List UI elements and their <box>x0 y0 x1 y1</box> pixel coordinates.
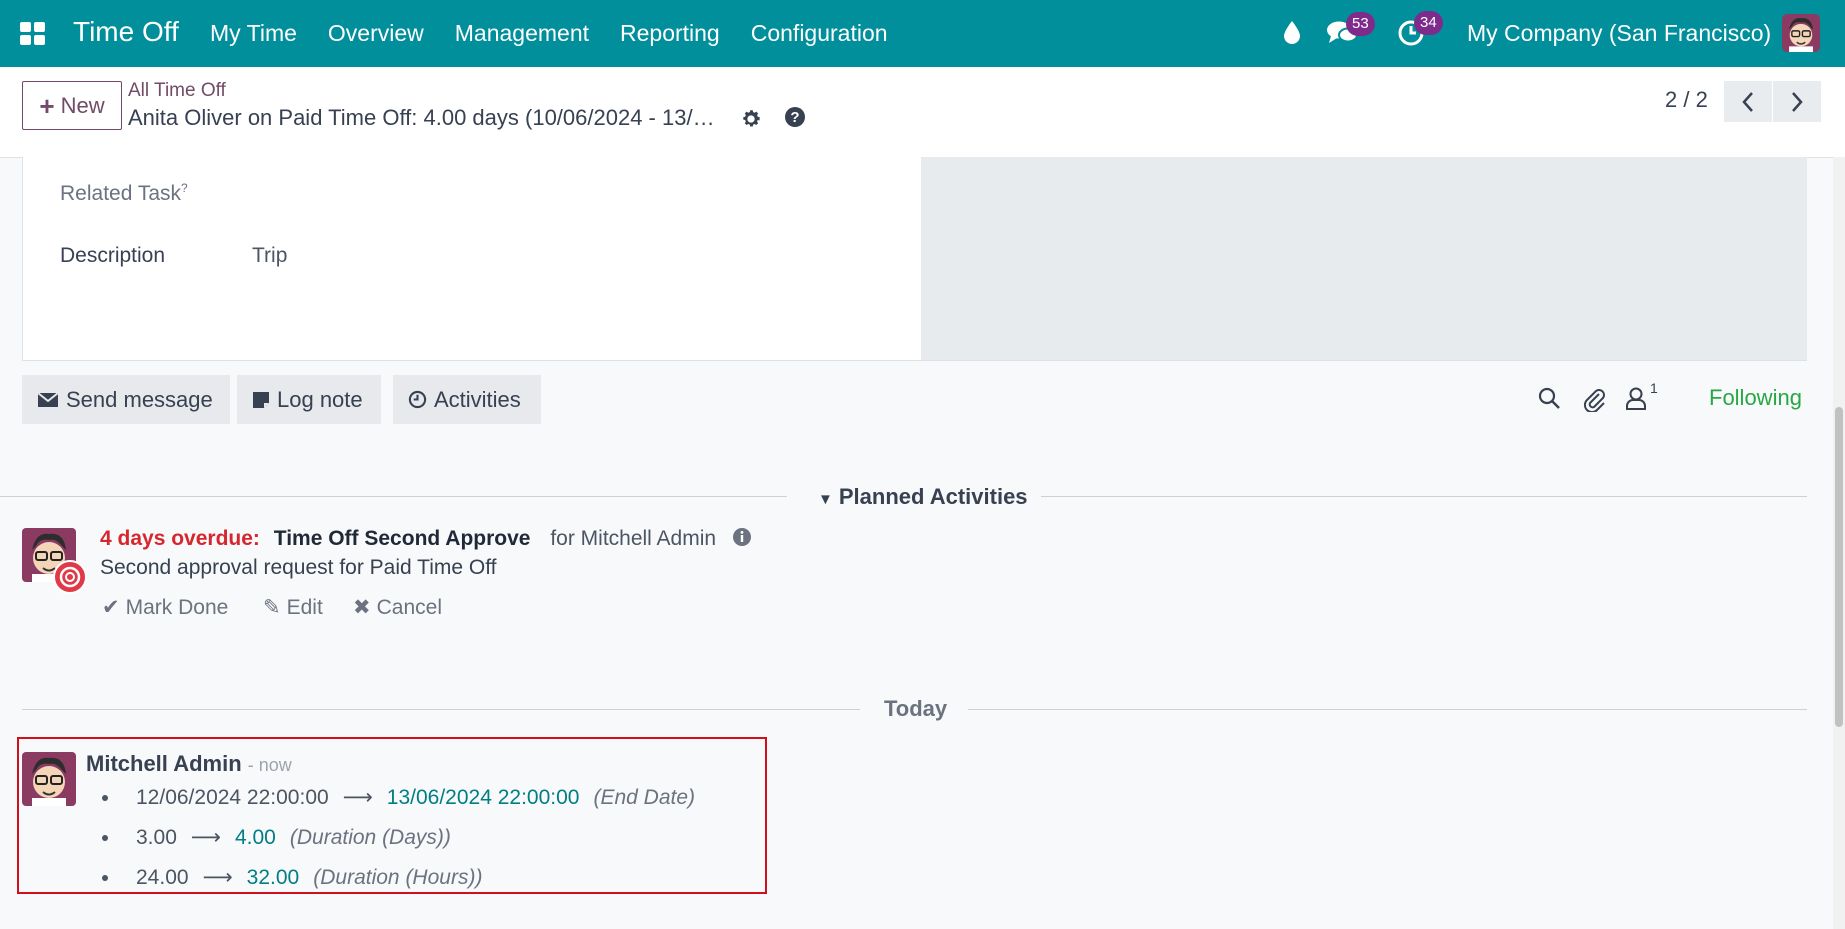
pencil-icon: ✎ <box>263 596 281 619</box>
chevron-right-icon <box>1792 91 1803 112</box>
description-field[interactable]: Trip <box>252 244 287 268</box>
water-drop-icon[interactable] <box>1283 20 1301 50</box>
bullet <box>102 794 108 801</box>
messages-badge: 53 <box>1346 12 1375 36</box>
pager-next-button[interactable] <box>1773 81 1821 122</box>
envelope-icon <box>37 391 59 407</box>
activity-summary: Second approval request for Paid Time Of… <box>100 556 497 579</box>
message-header: Mitchell Admin - now <box>86 751 292 777</box>
arrow-right-icon: ⟶ <box>190 826 221 849</box>
tracking-new-value: 13/06/2024 22:00:00 <box>386 785 580 809</box>
close-icon: ✖ <box>353 596 371 619</box>
life-ring-icon <box>53 560 87 594</box>
following-button[interactable]: Following <box>1709 385 1802 411</box>
today-separator: Today <box>884 696 948 721</box>
followers-count: 1 <box>1650 380 1658 396</box>
separator-line <box>22 709 860 710</box>
activities-clock-icon[interactable]: 34 <box>1397 11 1443 53</box>
company-switcher[interactable]: My Company (San Francisco) <box>1467 20 1771 47</box>
message-author[interactable]: Mitchell Admin <box>86 751 242 776</box>
pager-previous-button[interactable] <box>1724 81 1772 122</box>
tracking-field: (End Date) <box>593 785 696 809</box>
cancel-link[interactable]: ✖ Cancel <box>353 595 442 620</box>
separator-line <box>1041 496 1807 497</box>
new-button[interactable]: + New <box>22 81 122 130</box>
activity-type: Time Off Second Approve <box>273 527 531 550</box>
form-sheet: Related Task? Description Trip <box>22 157 923 361</box>
followers-icon[interactable]: 1 <box>1625 380 1658 416</box>
separator-line <box>0 496 787 497</box>
send-message-label: Send message <box>66 386 213 412</box>
message-time: - now <box>247 755 292 775</box>
menu-my-time[interactable]: My Time <box>210 20 297 47</box>
menu-configuration[interactable]: Configuration <box>751 20 888 47</box>
new-button-label: New <box>60 92 105 118</box>
gear-icon[interactable] <box>740 108 762 136</box>
main-menu: My Time Overview Management Reporting Co… <box>210 20 888 47</box>
svg-text:?: ? <box>790 109 799 126</box>
arrow-right-icon: ⟶ <box>342 786 373 809</box>
plus-icon: + <box>39 90 55 121</box>
scrollbar-thumb[interactable] <box>1835 407 1843 727</box>
apps-menu-icon[interactable] <box>20 22 46 46</box>
activities-label: Activities <box>434 386 521 412</box>
top-navbar: Time Off My Time Overview Management Rep… <box>0 0 1845 67</box>
help-icon[interactable]: ? <box>784 106 806 134</box>
info-icon[interactable] <box>732 527 752 553</box>
activities-badge: 34 <box>1414 11 1443 35</box>
search-icon[interactable] <box>1537 386 1561 416</box>
activities-button[interactable]: Activities <box>393 375 541 424</box>
sticky-note-icon <box>253 391 269 408</box>
log-note-button[interactable]: Log note <box>237 375 381 424</box>
menu-overview[interactable]: Overview <box>328 20 424 47</box>
pager-value[interactable]: 2 / 2 <box>1665 87 1708 113</box>
tracking-old-value: 12/06/2024 22:00:00 <box>136 785 329 809</box>
checkmark-icon: ✔ <box>102 596 120 619</box>
tracking-item: 24.00 ⟶ 32.00 (Duration (Hours)) <box>102 865 482 890</box>
menu-reporting[interactable]: Reporting <box>620 20 720 47</box>
send-message-button[interactable]: Send message <box>22 375 230 424</box>
log-note-label: Log note <box>277 386 363 412</box>
activity-header: 4 days overdue: Time Off Second Approve … <box>100 527 752 553</box>
activity-assignee: for Mitchell Admin <box>550 527 717 550</box>
tracking-new-value: 4.00 <box>234 825 276 849</box>
tracking-field: (Duration (Days)) <box>289 825 451 849</box>
related-task-label: Related Task? <box>60 181 188 205</box>
menu-management[interactable]: Management <box>455 20 589 47</box>
mark-done-link[interactable]: ✔ Mark Done <box>102 595 228 620</box>
bullet <box>102 874 108 881</box>
separator-line <box>968 709 1807 710</box>
tracking-old-value: 3.00 <box>136 825 177 849</box>
tracking-item: 3.00 ⟶ 4.00 (Duration (Days)) <box>102 825 451 850</box>
bullet <box>102 834 108 841</box>
clock-icon <box>408 390 427 409</box>
edit-link[interactable]: ✎ Edit <box>263 595 323 620</box>
planned-activities-toggle[interactable]: ▼ Planned Activities <box>818 484 1028 510</box>
record-title: Anita Oliver on Paid Time Off: 4.00 days… <box>128 105 715 130</box>
description-label: Description <box>60 244 166 267</box>
tooltip-marker[interactable]: ? <box>181 181 188 195</box>
tracking-old-value: 24.00 <box>136 865 189 889</box>
tracking-new-value: 32.00 <box>246 865 300 889</box>
tracking-item: 12/06/2024 22:00:00 ⟶ 13/06/2024 22:00:0… <box>102 785 695 810</box>
messages-icon[interactable]: 53 <box>1326 12 1375 52</box>
app-title[interactable]: Time Off <box>73 16 179 48</box>
control-panel: + New All Time Off Anita Oliver on Paid … <box>0 67 1845 158</box>
arrow-right-icon: ⟶ <box>202 866 233 889</box>
overdue-label: 4 days overdue: <box>100 527 260 550</box>
user-avatar[interactable] <box>1782 14 1820 52</box>
breadcrumb[interactable]: All Time Off <box>128 80 226 102</box>
chevron-left-icon <box>1742 91 1753 112</box>
side-panel <box>921 157 1807 361</box>
caret-down-icon: ▼ <box>818 491 833 508</box>
paperclip-icon[interactable] <box>1582 386 1606 418</box>
message-author-avatar[interactable] <box>22 752 76 806</box>
scrollbar[interactable] <box>1833 157 1845 929</box>
tracking-field: (Duration (Hours)) <box>313 865 483 889</box>
